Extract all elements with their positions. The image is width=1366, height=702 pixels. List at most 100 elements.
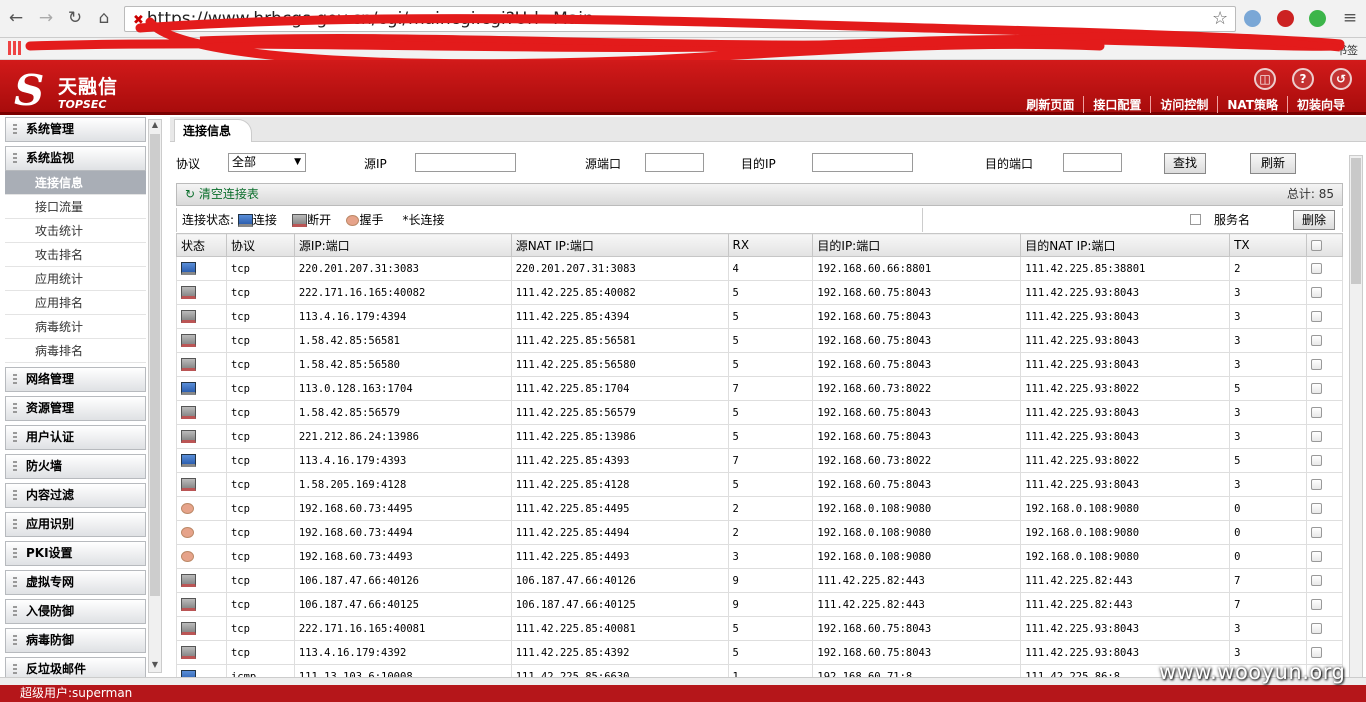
sidebar-item-interface-traffic[interactable]: 接口流量 (5, 195, 146, 219)
table-row[interactable]: tcp 220.201.207.31:3083 220.201.207.31:308… (176, 256, 1344, 281)
row-checkbox[interactable] (1310, 623, 1322, 634)
select-all-checkbox[interactable] (1310, 240, 1322, 251)
extension-stop-icon[interactable] (1277, 10, 1294, 27)
row-checkbox[interactable] (1310, 503, 1322, 514)
row-checkbox[interactable] (1310, 407, 1322, 418)
row-select-cell (1305, 256, 1344, 281)
service-name-checkbox[interactable] (1190, 214, 1201, 225)
sidebar-item-app-stats[interactable]: 应用统计 (5, 267, 146, 291)
scroll-down-icon[interactable]: ▼ (149, 660, 161, 672)
table-row[interactable]: tcp 113.0.128.163:1704 111.42.225.85:1704 7… (176, 376, 1344, 401)
menu-icon[interactable]: ≡ (1340, 8, 1360, 28)
main-scrollbar[interactable] (1349, 155, 1363, 685)
sidebar-scrollbar[interactable]: ▲ ▼ (148, 119, 162, 673)
sidebar-category-system-monitor[interactable]: 系统监视 (5, 146, 146, 171)
table-row[interactable]: tcp 106.187.47.66:40126 106.187.47.66:4012… (176, 568, 1344, 593)
extension-green-icon[interactable] (1309, 10, 1326, 27)
nav-nat-policy[interactable]: NAT策略 (1217, 96, 1287, 113)
bookmarks-label[interactable]: 书签 (1336, 42, 1358, 58)
sidebar-item-attack-stats[interactable]: 攻击统计 (5, 219, 146, 243)
sidebar-category-app-identify[interactable]: 应用识别 (5, 512, 146, 537)
sidebar-item-attack-ranking[interactable]: 攻击排名 (5, 243, 146, 267)
dst-port-input[interactable] (1063, 153, 1122, 172)
main-scroll-thumb[interactable] (1351, 158, 1361, 284)
status-footer: 超级用户:superman (0, 685, 1366, 702)
table-row[interactable]: tcp 1.58.205.169:4128 111.42.225.85:4128 5 1… (176, 472, 1344, 497)
sidebar-category-pki[interactable]: PKI设置 (5, 541, 146, 566)
row-checkbox[interactable] (1310, 431, 1322, 442)
row-checkbox[interactable] (1310, 527, 1322, 538)
sidebar-category-firewall[interactable]: 防火墙 (5, 454, 146, 479)
nav-refresh-page[interactable]: 刷新页面 (1017, 96, 1083, 113)
sidebar-item-virus-stats[interactable]: 病毒统计 (5, 315, 146, 339)
row-checkbox[interactable] (1310, 455, 1322, 466)
address-bar[interactable]: ✖ https://www.hrbcgs.gov.cn/cgi/maincgi.c… (124, 6, 1236, 32)
protocol-select[interactable]: 全部 ▼ (228, 153, 306, 172)
sidebar-category-network[interactable]: 网络管理 (5, 367, 146, 392)
extension-v-icon[interactable] (1244, 10, 1261, 27)
scroll-thumb[interactable] (150, 134, 160, 596)
row-checkbox[interactable] (1310, 335, 1322, 346)
nav-access-control[interactable]: 访问控制 (1150, 96, 1217, 113)
table-row[interactable]: tcp 192.168.60.73:4495 111.42.225.85:4495 2… (176, 496, 1344, 521)
row-checkbox[interactable] (1310, 479, 1322, 490)
table-row[interactable]: tcp 106.187.47.66:40125 106.187.47.66:4012… (176, 592, 1344, 617)
help-icon[interactable]: ? (1292, 68, 1314, 90)
row-checkbox[interactable] (1310, 359, 1322, 370)
tab-connection-info[interactable]: 连接信息 (174, 119, 253, 142)
row-checkbox[interactable] (1310, 287, 1322, 298)
row-checkbox[interactable] (1310, 551, 1322, 562)
row-select-cell (1305, 520, 1344, 545)
table-row[interactable]: tcp 113.4.16.179:4393 111.42.225.85:4393 7 1… (176, 448, 1344, 473)
table-row[interactable]: tcp 1.58.42.85:56581 111.42.225.85:56581 5 1… (176, 328, 1344, 353)
table-row[interactable]: tcp 222.171.16.165:40082 111.42.225.85:400… (176, 280, 1344, 305)
dst-ip-input[interactable] (812, 153, 913, 172)
row-checkbox[interactable] (1310, 647, 1322, 658)
sidebar-category-content-filter[interactable]: 内容过滤 (5, 483, 146, 508)
home-icon[interactable]: ⌂ (94, 8, 114, 28)
clear-table-link[interactable]: ↻ 清空连接表 (185, 184, 259, 205)
src-nat-cell: 111.42.225.85:40081 (510, 616, 729, 641)
table-row[interactable]: tcp 221.212.86.24:13986 111.42.225.85:1398… (176, 424, 1344, 449)
scroll-up-icon[interactable]: ▲ (149, 120, 161, 132)
sidebar-category-user-auth[interactable]: 用户认证 (5, 425, 146, 450)
apps-icon[interactable] (8, 41, 22, 55)
table-row[interactable]: tcp 192.168.60.73:4493 111.42.225.85:4493 3… (176, 544, 1344, 569)
back-icon[interactable]: ← (6, 8, 26, 28)
row-checkbox[interactable] (1310, 599, 1322, 610)
row-checkbox[interactable] (1310, 383, 1322, 394)
handshake-icon (181, 527, 194, 538)
table-row[interactable]: tcp 113.4.16.179:4394 111.42.225.85:4394 5 1… (176, 304, 1344, 329)
sidebar-category-antivirus[interactable]: 病毒防御 (5, 628, 146, 653)
row-checkbox[interactable] (1310, 263, 1322, 274)
sidebar-category-antispam[interactable]: 反垃圾邮件 (5, 657, 146, 677)
sidebar-item-app-ranking[interactable]: 应用排名 (5, 291, 146, 315)
nav-interface-config[interactable]: 接口配置 (1083, 96, 1150, 113)
nav-setup-wizard[interactable]: 初装向导 (1286, 96, 1354, 113)
table-row[interactable]: tcp 192.168.60.73:4494 111.42.225.85:4494 2… (176, 520, 1344, 545)
forward-icon[interactable]: → (36, 8, 56, 28)
src-port-input[interactable] (645, 153, 704, 172)
src-ip-input[interactable] (415, 153, 516, 172)
row-checkbox[interactable] (1310, 311, 1322, 322)
row-checkbox[interactable] (1310, 575, 1322, 586)
sidebar-category-resources[interactable]: 资源管理 (5, 396, 146, 421)
table-row[interactable]: tcp 1.58.42.85:56579 111.42.225.85:56579 5 1… (176, 400, 1344, 425)
status-cell (176, 616, 227, 641)
delete-button[interactable]: 删除 (1293, 210, 1335, 230)
search-button[interactable]: 查找 (1164, 153, 1206, 174)
refresh-button[interactable]: 刷新 (1250, 153, 1296, 174)
star-icon[interactable]: ☆ (1212, 8, 1228, 29)
reload-icon[interactable]: ↻ (65, 8, 85, 28)
sidebar-item-virus-ranking[interactable]: 病毒排名 (5, 339, 146, 363)
dst-cell: 192.168.0.108:9080 (812, 496, 1022, 521)
sidebar-category-vpn[interactable]: 虚拟专网 (5, 570, 146, 595)
sidebar-item-connection-info[interactable]: 连接信息 (5, 171, 146, 195)
sidebar-category-system-management[interactable]: 系统管理 (5, 117, 146, 142)
table-row[interactable]: tcp 1.58.42.85:56580 111.42.225.85:56580 5 1… (176, 352, 1344, 377)
table-row[interactable]: tcp 222.171.16.165:40081 111.42.225.85:400… (176, 616, 1344, 641)
save-icon[interactable]: ◫ (1254, 68, 1276, 90)
logout-icon[interactable]: ↺ (1330, 68, 1352, 90)
dst-nat-cell: 111.42.225.93:8043 (1020, 424, 1231, 449)
sidebar-category-ips[interactable]: 入侵防御 (5, 599, 146, 624)
